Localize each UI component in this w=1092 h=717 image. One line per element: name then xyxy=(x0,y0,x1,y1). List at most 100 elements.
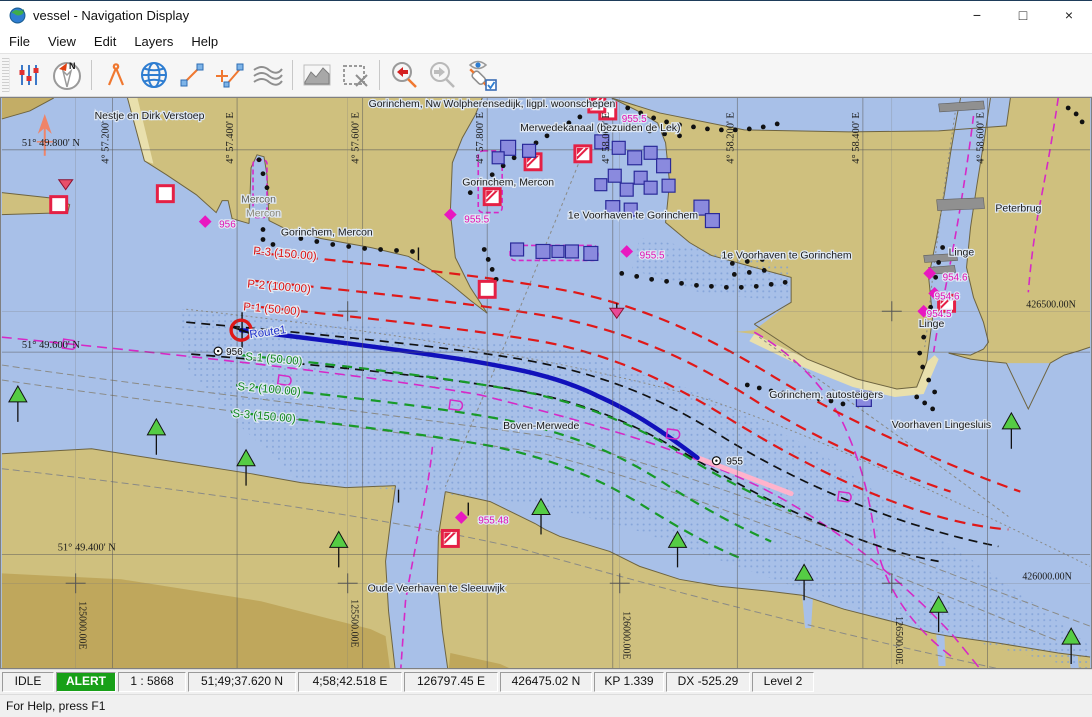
profile-chart-button[interactable] xyxy=(299,57,335,93)
close-button[interactable]: × xyxy=(1046,1,1092,29)
mooring-dot xyxy=(545,133,550,138)
dividers-button[interactable] xyxy=(98,57,134,93)
mooring-dot xyxy=(677,133,682,138)
place-label: Mercon xyxy=(246,209,281,220)
mooring-dot xyxy=(921,335,926,340)
mooring-dot xyxy=(1080,120,1085,125)
mooring-dot xyxy=(362,246,367,251)
marker-label: 955.5 xyxy=(640,250,665,261)
place-label: Mercon xyxy=(241,195,276,206)
moored-vessel-square xyxy=(657,159,671,173)
moored-vessel-square xyxy=(492,152,504,164)
globe-button[interactable] xyxy=(136,57,172,93)
mooring-dot xyxy=(926,378,931,383)
edit-visibility-button[interactable] xyxy=(462,57,498,93)
mooring-dot xyxy=(314,239,319,244)
mooring-dot xyxy=(709,284,714,289)
mooring-dot xyxy=(410,249,415,254)
mooring-dot xyxy=(730,261,735,266)
moored-vessel-square xyxy=(565,245,578,258)
menu-edit[interactable]: Edit xyxy=(85,31,125,52)
mooring-dot xyxy=(914,395,919,400)
display-settings-button[interactable] xyxy=(11,57,47,93)
rd-easting-label: 125500.00E xyxy=(349,599,360,647)
status-kp: KP 1.339 xyxy=(594,672,664,692)
longitude-label: 4° 58.400' E xyxy=(851,112,862,164)
latitude-label: 51° 49.600' N xyxy=(22,340,80,351)
mooring-dot xyxy=(649,277,654,282)
title-bar: vessel - Navigation Display − □ × xyxy=(0,1,1092,29)
status-bar: IDLE ALERT 1 : 5868 51;49;37.620 N 4;58;… xyxy=(0,669,1092,694)
measure-line-icon xyxy=(178,61,206,89)
add-line-icon xyxy=(215,61,245,89)
isolines-icon xyxy=(252,62,284,88)
minimize-button[interactable]: − xyxy=(954,1,1000,29)
moored-vessel-square xyxy=(662,179,675,192)
measure-line-button[interactable] xyxy=(174,57,210,93)
mooring-dot xyxy=(512,155,517,160)
marker-label: 956 xyxy=(219,220,236,231)
marker-label: 955.48 xyxy=(478,516,509,527)
mooring-dot xyxy=(265,185,270,190)
mooring-dot xyxy=(394,248,399,253)
moored-vessel-square xyxy=(620,183,633,196)
rd-easting-label: 125000.00E xyxy=(77,601,88,649)
menu-layers[interactable]: Layers xyxy=(125,31,182,52)
zoom-next-button[interactable] xyxy=(424,57,460,93)
moored-vessel-square xyxy=(595,179,607,191)
maximize-button[interactable]: □ xyxy=(1000,1,1046,29)
nautical-chart[interactable]: 51° 49.800' N51° 49.600' N51° 49.400' N4… xyxy=(1,98,1091,668)
mooring-dot xyxy=(378,247,383,252)
longitude-label: 4° 57.800' E xyxy=(475,112,486,164)
mooring-dot xyxy=(679,281,684,286)
rd-northing-label: 426500.00N xyxy=(1026,299,1076,310)
zoom-previous-button[interactable] xyxy=(386,57,422,93)
mooring-dot xyxy=(330,242,335,247)
mooring-dot xyxy=(757,386,762,391)
mooring-dot xyxy=(769,282,774,287)
marker-label: 955.5 xyxy=(464,215,489,226)
mooring-dot xyxy=(930,407,935,412)
mooring-dot xyxy=(261,171,266,176)
mooring-dot xyxy=(783,280,788,285)
moored-vessel-square xyxy=(511,243,524,256)
mooring-dot xyxy=(932,390,937,395)
moored-vessel-square xyxy=(584,246,598,260)
help-bar: For Help, press F1 xyxy=(0,694,1092,717)
marker-label: 955 xyxy=(726,457,743,468)
rd-easting-label: 126000.00E xyxy=(621,611,632,659)
isolines-button[interactable] xyxy=(250,57,286,93)
place-label: Gorinchem, Nw Wolpherensedijk, ligpl. wo… xyxy=(369,99,616,110)
place-label: Gorinchem, Mercon xyxy=(281,228,373,239)
mooring-dot xyxy=(486,257,491,262)
mooring-dot xyxy=(920,365,925,370)
mooring-dot xyxy=(346,244,351,249)
menu-view[interactable]: View xyxy=(39,31,85,52)
mooring-dot xyxy=(691,125,696,130)
place-label: Voorhaven Lingesluis xyxy=(892,420,991,431)
moored-vessel-square xyxy=(705,214,719,228)
status-northing: 426475.02 N xyxy=(500,672,592,692)
status-mode: IDLE xyxy=(2,672,54,692)
place-label: 1e Voorhaven te Gorinchem xyxy=(721,250,851,261)
mooring-dot xyxy=(257,157,262,162)
select-area-button[interactable] xyxy=(337,57,373,93)
display-settings-icon xyxy=(16,62,42,88)
status-alert: ALERT xyxy=(56,672,116,692)
zoom-previous-icon xyxy=(389,60,419,90)
peterbrug-bridge xyxy=(937,198,985,211)
mooring-dot xyxy=(841,402,846,407)
moored-vessel-square xyxy=(644,146,657,159)
mooring-dot xyxy=(625,106,630,111)
menu-file[interactable]: File xyxy=(0,31,39,52)
menu-help[interactable]: Help xyxy=(182,31,227,52)
add-line-button[interactable] xyxy=(212,57,248,93)
status-longitude: 4;58;42.518 E xyxy=(298,672,402,692)
north-compass-button[interactable]: N xyxy=(49,57,85,93)
notice-board xyxy=(51,197,67,213)
moored-vessel-square xyxy=(644,181,657,194)
status-scale: 1 : 5868 xyxy=(118,672,186,692)
chart-view[interactable]: 51° 49.800' N51° 49.600' N51° 49.400' N4… xyxy=(0,97,1092,669)
toolbar-grip[interactable] xyxy=(2,58,10,92)
moored-vessel-square xyxy=(552,245,564,257)
